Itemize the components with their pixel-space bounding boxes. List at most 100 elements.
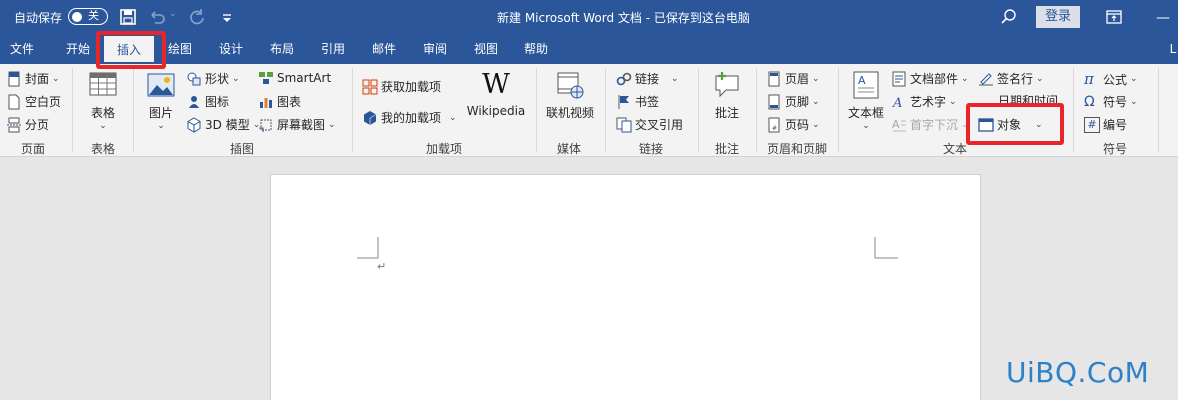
table-label: 表格 bbox=[90, 106, 115, 120]
3d-models-button[interactable]: 3D 模型 ⌄ bbox=[186, 116, 260, 133]
autosave-state: 关 bbox=[88, 9, 99, 22]
comment-icon bbox=[715, 72, 739, 98]
group-separator bbox=[698, 68, 699, 152]
tab-mailings[interactable]: 邮件 bbox=[362, 34, 406, 64]
group-label-comments: 批注 bbox=[714, 142, 739, 156]
header-button[interactable]: 页眉 ⌄ bbox=[766, 70, 820, 87]
comment-label: 批注 bbox=[714, 106, 739, 120]
bookmark-icon bbox=[618, 94, 629, 109]
footer-button[interactable]: 页脚 ⌄ bbox=[766, 93, 820, 110]
link-icon bbox=[616, 72, 632, 85]
chart-button[interactable]: 图表 bbox=[258, 93, 301, 110]
autosave-toggle[interactable]: 关 bbox=[68, 8, 108, 25]
drop-cap-button[interactable]: A 首字下沉 ⌄ bbox=[891, 116, 969, 133]
watermark: UiBQ.CoM bbox=[1006, 356, 1150, 389]
shapes-label: 形状 bbox=[205, 72, 230, 86]
icons-icon bbox=[189, 95, 199, 108]
search-icon[interactable] bbox=[998, 6, 1020, 28]
signature-line-button[interactable]: 签名行 ⌄ bbox=[978, 70, 1044, 87]
ribbon-display-options-icon[interactable] bbox=[1103, 6, 1125, 28]
page-break-label: 分页 bbox=[25, 118, 50, 132]
picture-icon bbox=[147, 73, 175, 97]
quick-parts-icon bbox=[892, 71, 906, 86]
quick-parts-button[interactable]: 文档部件 ⌄ bbox=[891, 70, 969, 87]
customize-toolbar-icon[interactable] bbox=[216, 6, 238, 28]
paragraph-mark[interactable]: ↵ bbox=[377, 260, 386, 273]
pictures-dropdown-icon: ⌄ bbox=[157, 121, 165, 131]
online-video-button[interactable]: 联机视频 bbox=[543, 70, 597, 121]
page-number-icon: # bbox=[768, 117, 780, 132]
chart-label: 图表 bbox=[277, 95, 302, 109]
get-addins-button[interactable]: 获取加载项 bbox=[362, 78, 441, 95]
tab-view[interactable]: 视图 bbox=[464, 34, 508, 64]
header-icon bbox=[768, 71, 780, 86]
bookmark-button[interactable]: 书签 bbox=[616, 93, 659, 110]
chart-icon bbox=[260, 97, 272, 108]
equation-button[interactable]: π 公式 ⌄ bbox=[1084, 70, 1138, 88]
group-separator bbox=[1158, 68, 1159, 152]
pictures-button[interactable]: 图片 ⌄ bbox=[140, 70, 182, 131]
tab-home[interactable]: 开始 bbox=[56, 34, 100, 64]
smartart-label: SmartArt bbox=[277, 71, 332, 85]
blank-page-button[interactable]: 空白页 bbox=[6, 93, 61, 110]
page-break-button[interactable]: 分页 bbox=[6, 116, 49, 133]
highlight-object-button bbox=[966, 103, 1064, 145]
screenshot-icon bbox=[259, 119, 272, 132]
undo-dropdown-icon[interactable]: ⌄ bbox=[169, 9, 177, 19]
number-icon: # bbox=[1084, 116, 1100, 133]
svg-text:A: A bbox=[892, 96, 902, 110]
text-box-button[interactable]: A 文本框 ⌄ bbox=[846, 70, 886, 131]
bookmark-label: 书签 bbox=[635, 95, 660, 109]
wordart-button[interactable]: A 艺术字 ⌄ bbox=[891, 93, 957, 110]
number-button[interactable]: # 编号 bbox=[1084, 116, 1127, 133]
group-label-header-footer: 页眉和页脚 bbox=[766, 142, 827, 156]
tab-layout[interactable]: 布局 bbox=[260, 34, 304, 64]
document-page[interactable]: ↵ bbox=[270, 174, 981, 400]
tab-review[interactable]: 审阅 bbox=[413, 34, 457, 64]
tab-help[interactable]: 帮助 bbox=[514, 34, 558, 64]
undo-icon[interactable] bbox=[146, 6, 168, 28]
group-label-pages: 页面 bbox=[20, 142, 45, 156]
icons-button[interactable]: 图标 bbox=[186, 93, 229, 110]
redo-icon[interactable] bbox=[186, 6, 208, 28]
online-video-label: 联机视频 bbox=[545, 106, 594, 120]
3d-model-icon bbox=[187, 116, 201, 133]
wikipedia-icon: W bbox=[482, 69, 510, 100]
tab-overflow[interactable]: L bbox=[1168, 34, 1178, 64]
svg-text:#: # bbox=[772, 125, 777, 132]
my-addins-icon bbox=[364, 110, 377, 125]
cover-page-label: 封面 bbox=[25, 72, 50, 86]
drop-cap-label: 首字下沉 bbox=[910, 118, 959, 132]
group-label-tables: 表格 bbox=[90, 142, 115, 156]
toggle-knob bbox=[72, 11, 82, 22]
save-icon[interactable] bbox=[117, 6, 139, 28]
smartart-button[interactable]: SmartArt bbox=[258, 70, 331, 86]
symbol-button[interactable]: Ω 符号 ⌄ bbox=[1084, 93, 1138, 110]
page-number-button[interactable]: # 页码 ⌄ bbox=[766, 116, 820, 133]
login-button[interactable]: 登录 bbox=[1036, 6, 1080, 28]
online-video-icon bbox=[557, 72, 584, 99]
screenshot-label: 屏幕截图 bbox=[277, 118, 326, 132]
my-addins-button[interactable]: 我的加载项 ⌄ bbox=[362, 109, 457, 126]
omega-icon: Ω bbox=[1084, 93, 1095, 110]
link-button[interactable]: 链接 ⌄ bbox=[616, 70, 679, 87]
comment-button[interactable]: 批注 bbox=[706, 70, 748, 121]
tab-references[interactable]: 引用 bbox=[311, 34, 355, 64]
shapes-button[interactable]: 形状 ⌄ bbox=[186, 70, 240, 87]
table-button[interactable]: 表格 ⌄ bbox=[80, 70, 126, 131]
wordart-label: 艺术字 bbox=[910, 95, 947, 109]
svg-text:A: A bbox=[858, 74, 866, 87]
wikipedia-button[interactable]: W Wikipedia bbox=[466, 69, 526, 119]
pictures-label: 图片 bbox=[148, 106, 173, 120]
screenshot-button[interactable]: 屏幕截图 ⌄ bbox=[258, 116, 336, 133]
tab-file[interactable]: 文件 bbox=[0, 34, 44, 64]
footer-label: 页脚 bbox=[785, 95, 810, 109]
tab-design[interactable]: 设计 bbox=[209, 34, 253, 64]
link-label: 链接 bbox=[635, 72, 660, 86]
group-separator bbox=[72, 68, 73, 152]
cross-reference-button[interactable]: 交叉引用 bbox=[616, 116, 683, 133]
footer-icon bbox=[768, 94, 780, 109]
cover-page-button[interactable]: 封面 ⌄ bbox=[6, 70, 60, 87]
signature-line-label: 签名行 bbox=[997, 72, 1034, 86]
minimize-icon[interactable]: — bbox=[1156, 10, 1170, 26]
